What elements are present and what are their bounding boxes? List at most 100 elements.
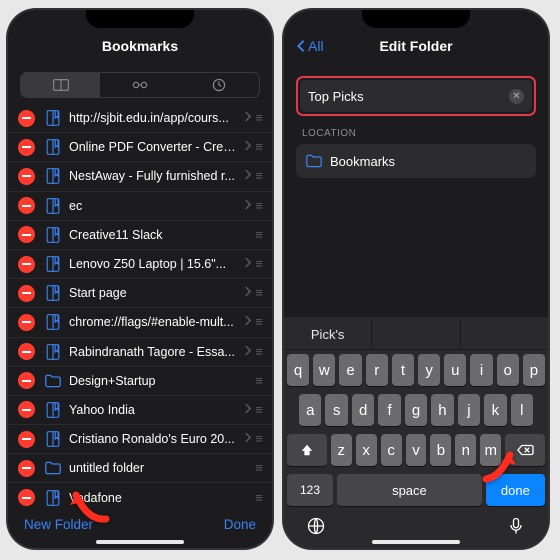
tab-history[interactable]	[180, 73, 259, 97]
key-t[interactable]: t	[392, 354, 414, 386]
reorder-handle[interactable]: ≡	[255, 350, 264, 354]
page-title: Edit Folder	[379, 38, 452, 54]
delete-button[interactable]	[18, 401, 35, 418]
reorder-handle[interactable]: ≡	[255, 408, 264, 412]
folder-row[interactable]: untitled folder≡	[8, 454, 272, 483]
key-d[interactable]: d	[352, 394, 374, 426]
row-label: Start page	[69, 286, 240, 300]
key-w[interactable]: w	[313, 354, 335, 386]
bookmark-row[interactable]: ec ≡	[8, 192, 272, 221]
key-h[interactable]: h	[431, 394, 453, 426]
delete-button[interactable]	[18, 110, 35, 127]
tab-reading-list[interactable]	[100, 73, 179, 97]
back-button[interactable]: All	[296, 38, 324, 54]
bookmark-list: http://sjbit.edu.in/app/cours...≡Online …	[8, 104, 272, 542]
bookmark-row[interactable]: Online PDF Converter - Crea...≡	[8, 133, 272, 162]
new-folder-button[interactable]: New Folder	[24, 517, 93, 532]
reorder-handle[interactable]: ≡	[255, 466, 264, 470]
key-f[interactable]: f	[378, 394, 400, 426]
key-n[interactable]: n	[455, 434, 476, 466]
key-q[interactable]: q	[287, 354, 309, 386]
row-label: untitled folder	[69, 461, 255, 475]
bookmark-row[interactable]: Rabindranath Tagore - Essa...≡	[8, 338, 272, 367]
delete-button[interactable]	[18, 285, 35, 302]
key-j[interactable]: j	[458, 394, 480, 426]
delete-button[interactable]	[18, 314, 35, 331]
key-c[interactable]: c	[381, 434, 402, 466]
key-s[interactable]: s	[325, 394, 347, 426]
bookmark-row[interactable]: chrome://flags/#enable-mult...≡	[8, 308, 272, 337]
bookmark-icon	[45, 402, 61, 418]
delete-button[interactable]	[18, 460, 35, 477]
key-k[interactable]: k	[484, 394, 506, 426]
clear-text-button[interactable]: ✕	[509, 89, 524, 104]
done-key[interactable]: done	[486, 474, 545, 506]
row-label: Creative11 Slack	[69, 228, 255, 242]
reorder-handle[interactable]: ≡	[255, 233, 264, 237]
row-label: ec	[69, 199, 240, 213]
key-a[interactable]: a	[299, 394, 321, 426]
bookmark-row[interactable]: http://sjbit.edu.in/app/cours... ≡	[8, 104, 272, 133]
delete-button[interactable]	[18, 139, 35, 156]
bookmark-icon	[45, 256, 61, 272]
chevron-right-icon	[244, 167, 251, 185]
key-u[interactable]: u	[444, 354, 466, 386]
delete-button[interactable]	[18, 489, 35, 506]
reorder-handle[interactable]: ≡	[255, 204, 264, 208]
bookmark-row[interactable]: Lenovo Z50 Laptop | 15.6"...≡	[8, 250, 272, 279]
reorder-handle[interactable]: ≡	[255, 291, 264, 295]
delete-button[interactable]	[18, 197, 35, 214]
backspace-key[interactable]	[505, 434, 545, 466]
chevron-right-icon	[244, 284, 251, 302]
suggestion-empty[interactable]	[461, 320, 548, 349]
key-y[interactable]: y	[418, 354, 440, 386]
numbers-key[interactable]: 123	[287, 474, 333, 506]
reorder-handle[interactable]: ≡	[255, 320, 264, 324]
key-b[interactable]: b	[430, 434, 451, 466]
reorder-handle[interactable]: ≡	[255, 174, 264, 178]
reorder-handle[interactable]: ≡	[255, 145, 264, 149]
bookmark-row[interactable]: NestAway - Fully furnished r...≡	[8, 162, 272, 191]
emoji-key[interactable]	[306, 516, 326, 536]
bookmark-row[interactable]: Yahoo India≡	[8, 396, 272, 425]
location-row[interactable]: Bookmarks	[296, 144, 536, 178]
folder-row[interactable]: Design+Startup≡	[8, 367, 272, 396]
shift-key[interactable]	[287, 434, 327, 466]
key-m[interactable]: m	[480, 434, 501, 466]
row-label: http://sjbit.edu.in/app/cours...	[69, 111, 240, 125]
key-o[interactable]: o	[497, 354, 519, 386]
suggestion-empty[interactable]	[372, 320, 460, 349]
tab-bookmarks[interactable]	[21, 73, 100, 97]
delete-button[interactable]	[18, 372, 35, 389]
key-l[interactable]: l	[511, 394, 533, 426]
folder-name-input[interactable]: Top Picks ✕	[300, 80, 532, 112]
bookmark-row[interactable]: Creative11 Slack≡	[8, 221, 272, 250]
done-button[interactable]: Done	[224, 517, 256, 532]
bookmark-row[interactable]: Start page ≡	[8, 279, 272, 308]
key-e[interactable]: e	[339, 354, 361, 386]
suggestion[interactable]: Pick's	[284, 320, 372, 349]
delete-button[interactable]	[18, 256, 35, 273]
dictation-key[interactable]	[506, 516, 526, 536]
bookmark-row[interactable]: Cristiano Ronaldo's Euro 20...≡	[8, 425, 272, 454]
reorder-handle[interactable]: ≡	[255, 116, 264, 120]
reorder-handle[interactable]: ≡	[255, 437, 264, 441]
key-p[interactable]: p	[523, 354, 545, 386]
key-v[interactable]: v	[406, 434, 427, 466]
delete-button[interactable]	[18, 226, 35, 243]
chevron-right-icon	[244, 109, 251, 127]
reorder-handle[interactable]: ≡	[255, 379, 264, 383]
reorder-handle[interactable]: ≡	[255, 262, 264, 266]
back-label: All	[308, 38, 324, 54]
delete-button[interactable]	[18, 431, 35, 448]
delete-button[interactable]	[18, 343, 35, 360]
key-z[interactable]: z	[331, 434, 352, 466]
key-x[interactable]: x	[356, 434, 377, 466]
key-r[interactable]: r	[366, 354, 388, 386]
delete-button[interactable]	[18, 168, 35, 185]
key-g[interactable]: g	[405, 394, 427, 426]
space-key[interactable]: space	[337, 474, 482, 506]
key-i[interactable]: i	[470, 354, 492, 386]
reorder-handle[interactable]: ≡	[255, 496, 264, 500]
bookmark-icon	[45, 110, 61, 126]
